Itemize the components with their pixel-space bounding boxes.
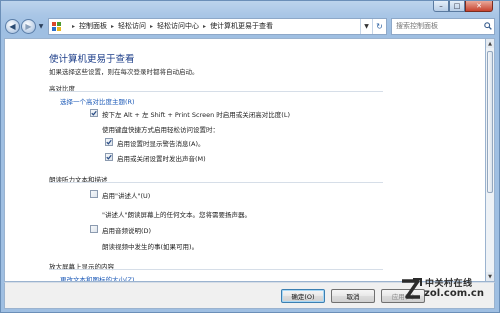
- chevron-right-icon[interactable]: ▸: [203, 23, 206, 30]
- audio-description-text: 朗读视频中发生的事(如果可用)。: [102, 243, 199, 251]
- chevron-right-icon[interactable]: ▸: [72, 23, 75, 30]
- page-subtitle: 如果选择这些设置，则在每次登录时都将自动启动。: [49, 68, 199, 76]
- shortcut-caption: 使用键盘快捷方式启用轻松访问设置时：: [102, 126, 219, 134]
- ok-button[interactable]: 确定(O): [281, 289, 325, 303]
- address-bar[interactable]: ▸ 控制面板 ▸ 轻松访问 ▸ 轻松访问中心 ▸ 使计算机更易于查看 ▼ ↻: [48, 17, 387, 35]
- minimize-icon[interactable]: –: [433, 1, 449, 12]
- warning-message-checkbox[interactable]: [105, 138, 113, 146]
- sound-checkbox[interactable]: [105, 153, 113, 161]
- recent-pages-dropdown[interactable]: ▼: [37, 23, 45, 30]
- check-icon: [106, 139, 112, 145]
- breadcrumb-control-panel[interactable]: 控制面板: [79, 21, 107, 31]
- section-divider: [49, 91, 383, 92]
- choose-high-contrast-theme-link[interactable]: 选择一个高对比度主题(R): [60, 96, 135, 106]
- section-divider: [49, 182, 383, 183]
- high-contrast-shortcut-checkbox[interactable]: [90, 109, 98, 117]
- refresh-icon[interactable]: ↻: [372, 18, 386, 34]
- close-icon[interactable]: ✕: [465, 1, 493, 12]
- zol-watermark: 中关村在线 zol.com.cn: [399, 271, 497, 309]
- cancel-button[interactable]: 取消: [331, 289, 375, 303]
- high-contrast-shortcut-label[interactable]: 按下左 Alt + 左 Shift + Print Screen 时启用或关闭高…: [102, 109, 290, 119]
- section-divider: [49, 269, 383, 270]
- warning-message-label[interactable]: 启用设置时显示警告消息(A)。: [117, 138, 205, 148]
- zol-logo-icon: [402, 278, 422, 299]
- sound-label[interactable]: 启用或关闭设置时发出声音(M): [117, 153, 206, 163]
- maximize-icon[interactable]: □: [449, 1, 465, 12]
- check-icon: [106, 154, 112, 160]
- caption-buttons: – □ ✕: [433, 1, 493, 12]
- forward-button[interactable]: ▶: [21, 18, 36, 34]
- breadcrumb-ease-of-access[interactable]: 轻松访问: [118, 21, 146, 31]
- breadcrumb: ▸ 控制面板 ▸ 轻松访问 ▸ 轻松访问中心 ▸ 使计算机更易于查看: [68, 21, 273, 31]
- content-pane: 使计算机更易于查看 如果选择这些设置，则在每次登录时都将自动启动。 高对比度 选…: [4, 38, 486, 282]
- chevron-right-icon[interactable]: ▸: [111, 23, 114, 30]
- scroll-up-icon[interactable]: ▲: [486, 39, 494, 48]
- page-title: 使计算机更易于查看: [49, 54, 135, 65]
- check-icon: [91, 110, 97, 116]
- narrator-checkbox[interactable]: [90, 190, 98, 198]
- search-icon[interactable]: [482, 22, 494, 30]
- vertical-scrollbar[interactable]: ▲ ▼: [486, 38, 495, 282]
- narrator-label[interactable]: 启用"讲述人"(U): [102, 190, 150, 200]
- breadcrumb-current-page[interactable]: 使计算机更易于查看: [210, 21, 273, 31]
- watermark-en-text: zol.com.cn: [424, 288, 484, 299]
- forward-arrow-icon: ▶: [25, 21, 32, 31]
- address-history-dropdown[interactable]: ▼: [360, 18, 372, 34]
- narrator-description: "讲述人"朗读屏幕上的任何文本。您将需要扬声器。: [102, 211, 251, 219]
- search-input[interactable]: [396, 22, 482, 30]
- audio-description-label[interactable]: 启用音频说明(D): [102, 225, 151, 235]
- back-arrow-icon: ◀: [9, 21, 16, 31]
- scrollbar-thumb[interactable]: [487, 51, 493, 193]
- navigation-bar: ◀ ▶ ▼ ▸ 控制面板 ▸ 轻松访问 ▸ 轻松访问中心 ▸ 使计算机更易于查看…: [5, 15, 495, 37]
- change-text-size-link[interactable]: 更改文本和图标的大小(Z): [60, 274, 135, 281]
- chevron-right-icon[interactable]: ▸: [150, 23, 153, 30]
- audio-description-checkbox[interactable]: [90, 225, 98, 233]
- breadcrumb-ease-of-access-center[interactable]: 轻松访问中心: [157, 21, 199, 31]
- search-box[interactable]: [391, 17, 495, 35]
- back-button[interactable]: ◀: [5, 18, 20, 34]
- control-panel-icon: [52, 21, 64, 31]
